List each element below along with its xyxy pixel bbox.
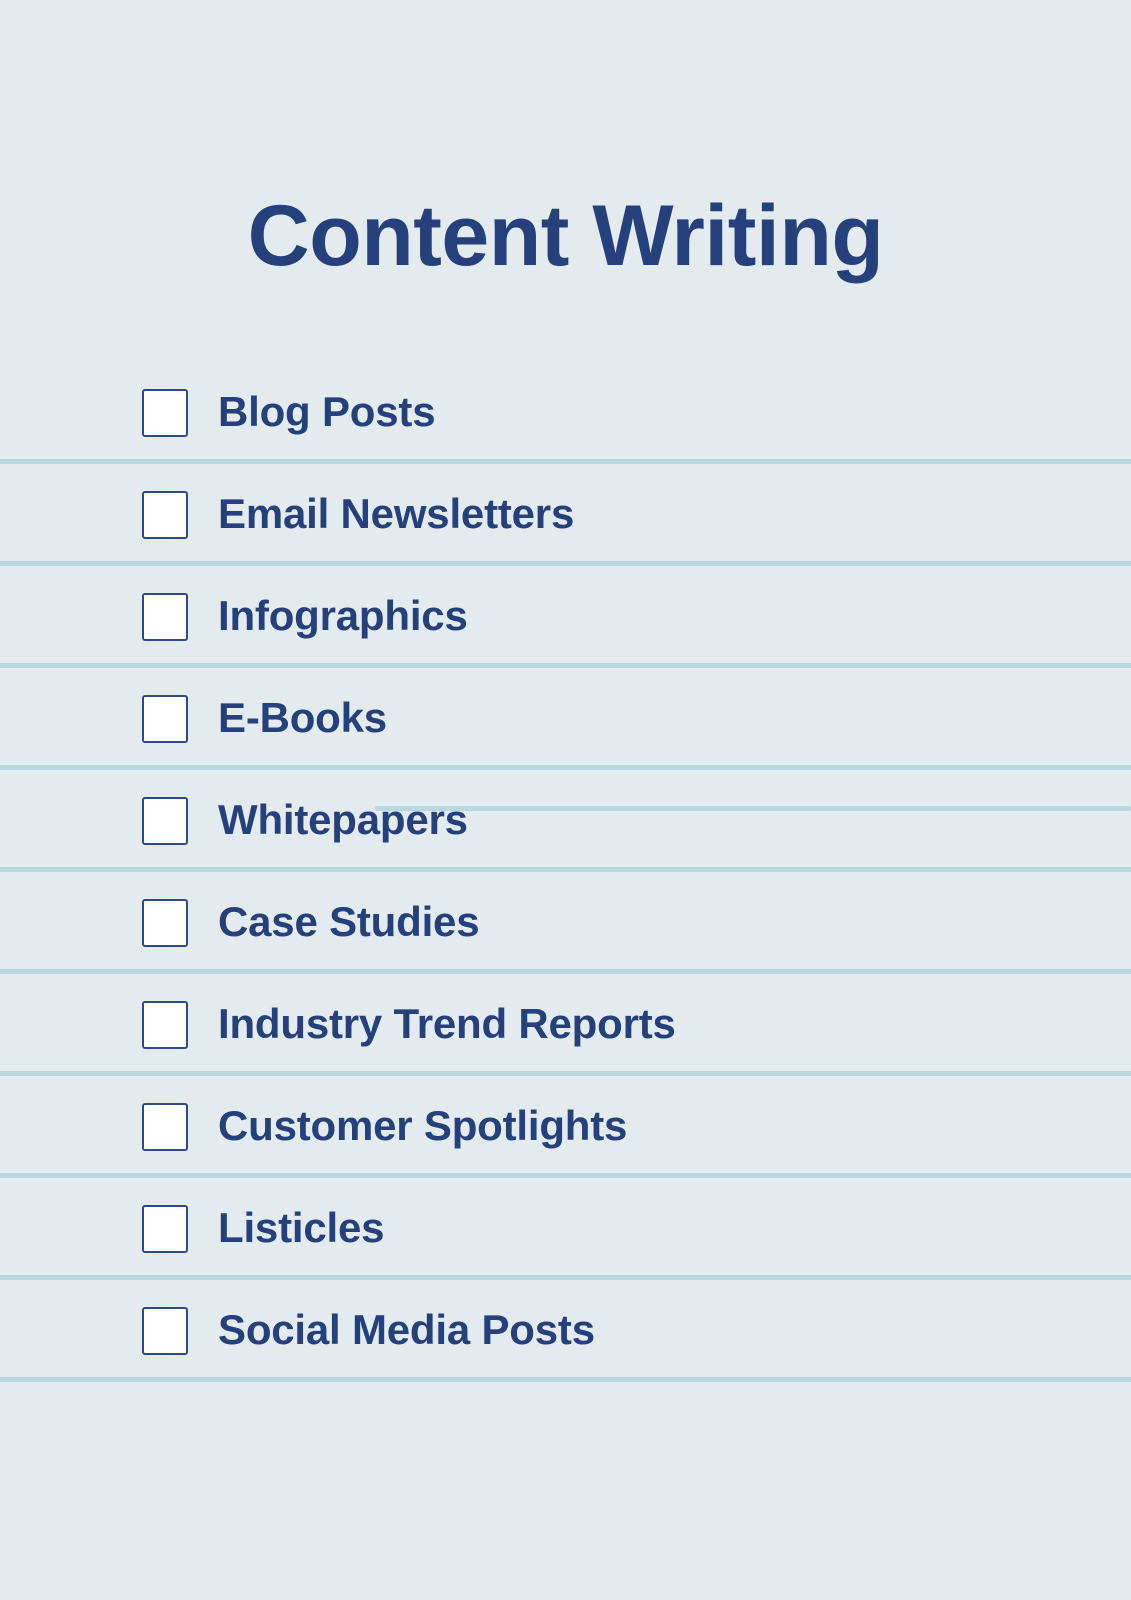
checkbox-icon[interactable] (142, 491, 188, 539)
list-item-label: Listicles (218, 1204, 385, 1251)
list-item-content: Customer Spotlights (142, 1076, 627, 1178)
checkbox-icon[interactable] (142, 797, 188, 845)
list-item[interactable]: Case Studies (0, 872, 1131, 974)
partial-divider-artifact (375, 806, 1131, 811)
row-divider (0, 1377, 1131, 1382)
list-item[interactable]: Industry Trend Reports (0, 974, 1131, 1076)
list-item[interactable]: Blog Posts (0, 362, 1131, 464)
list-item[interactable]: Customer Spotlights (0, 1076, 1131, 1178)
list-item-content: Whitepapers (142, 770, 468, 872)
list-item-content: Industry Trend Reports (142, 974, 676, 1076)
list-item-label: Industry Trend Reports (218, 1000, 676, 1047)
list-item-content: Infographics (142, 566, 468, 668)
checkbox-icon[interactable] (142, 1307, 188, 1355)
checkbox-icon[interactable] (142, 899, 188, 947)
list-item-label: Social Media Posts (218, 1306, 595, 1353)
checklist-page: Content Writing Blog Posts Email Newslet… (0, 0, 1131, 1600)
list-item-content: Blog Posts (142, 362, 436, 464)
checkbox-icon[interactable] (142, 1205, 188, 1253)
list-item-content: Listicles (142, 1178, 384, 1280)
list-item-content: Email Newsletters (142, 464, 574, 566)
list-item-label: Email Newsletters (218, 490, 575, 537)
list-item-content: E-Books (142, 668, 387, 770)
list-item[interactable]: Email Newsletters (0, 464, 1131, 566)
list-item-label: E-Books (218, 694, 387, 741)
checkbox-icon[interactable] (142, 695, 188, 743)
list-item-label: Infographics (218, 592, 468, 639)
list-item[interactable]: E-Books (0, 668, 1131, 770)
list-item-label: Customer Spotlights (218, 1102, 628, 1149)
checkbox-icon[interactable] (142, 1103, 188, 1151)
checkbox-icon[interactable] (142, 1001, 188, 1049)
checklist: Blog Posts Email Newsletters Infographic… (0, 362, 1131, 1382)
list-item-label: Blog Posts (218, 388, 436, 435)
list-item[interactable]: Infographics (0, 566, 1131, 668)
list-item-label: Case Studies (218, 898, 480, 945)
list-item[interactable]: Whitepapers (0, 770, 1131, 872)
page-title: Content Writing (247, 187, 884, 284)
list-item-content: Case Studies (142, 872, 480, 974)
checkbox-icon[interactable] (142, 593, 188, 641)
list-item[interactable]: Social Media Posts (0, 1280, 1131, 1382)
list-item-content: Social Media Posts (142, 1280, 595, 1382)
checkbox-icon[interactable] (142, 389, 188, 437)
list-item[interactable]: Listicles (0, 1178, 1131, 1280)
